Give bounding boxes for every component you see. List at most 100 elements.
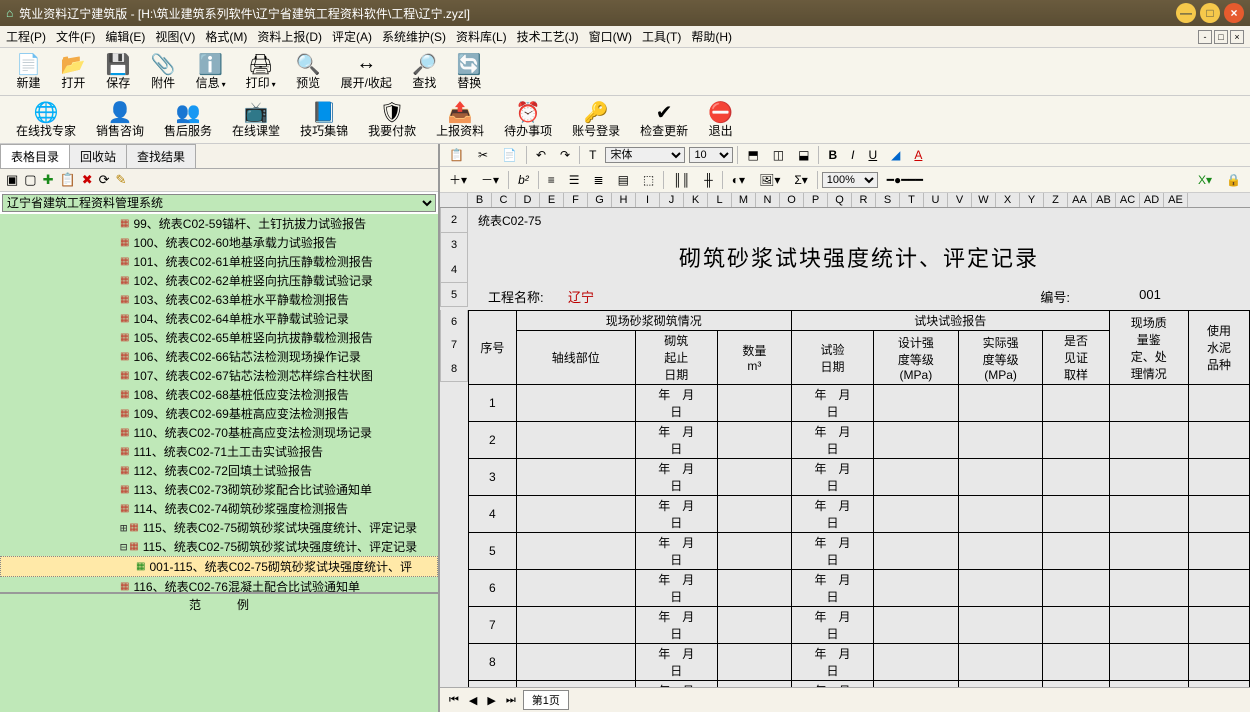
menu-item[interactable]: 文件(F) [56, 28, 95, 45]
tree-expand-icon[interactable]: ▣ [6, 172, 18, 188]
symbol-icon[interactable]: ◐▾ [727, 171, 750, 189]
col-header[interactable]: T [900, 193, 924, 207]
col-header[interactable]: AC [1116, 193, 1140, 207]
col-header[interactable]: X [996, 193, 1020, 207]
data-table[interactable]: 序号 现场砂浆砌筑情况 试块试验报告 现场质 量鉴 定、处 理情况 使用 水泥 … [468, 310, 1250, 687]
increase-icon[interactable]: ＋▾ [444, 169, 472, 190]
align-center-icon[interactable]: ☰ [564, 171, 585, 189]
table-row[interactable]: 1年 月 日年 月 日 [469, 385, 1250, 422]
align-justify-icon[interactable]: ▤ [613, 171, 634, 189]
last-page-icon[interactable]: ⏭ [503, 694, 519, 707]
tree-item[interactable]: ▦102、统表C02-62单桩竖向抗压静载试验记录 [0, 271, 438, 290]
toolbar-在线找专家[interactable]: 🌐在线找专家 [6, 98, 86, 141]
image-icon[interactable]: 🖼▾ [754, 171, 785, 189]
menu-item[interactable]: 资料上报(D) [257, 28, 322, 45]
tree-item[interactable]: ⊟▦115、统表C02-75砌筑砂浆试块强度统计、评定记录 [0, 537, 438, 556]
toolbar-信息[interactable]: ℹ️信息▾ [186, 50, 236, 93]
col-header[interactable]: AA [1068, 193, 1092, 207]
tree-collapse-icon[interactable]: ▢ [24, 172, 36, 188]
tree-item[interactable]: ▦104、统表C02-64单桩水平静载试验记录 [0, 309, 438, 328]
toolbar-上报资料[interactable]: 📤上报资料 [426, 98, 494, 141]
table-row[interactable]: 4年 月 日年 月 日 [469, 496, 1250, 533]
col-header[interactable]: AE [1164, 193, 1188, 207]
cut-icon[interactable]: ✂ [473, 146, 493, 164]
tree-root-select[interactable]: 辽宁省建筑工程资料管理系统 [2, 194, 436, 212]
menu-item[interactable]: 格式(M) [205, 28, 247, 45]
table-row[interactable]: 2年 月 日年 月 日 [469, 422, 1250, 459]
tree-delete-icon[interactable]: ✖ [82, 172, 93, 188]
font-select[interactable]: 宋体 [605, 147, 685, 163]
toolbar-查找[interactable]: 🔎查找 [402, 50, 447, 93]
col-header[interactable]: V [948, 193, 972, 207]
tree-item[interactable]: ▦108、统表C02-68基桩低应变法检测报告 [0, 385, 438, 404]
valign-bottom-icon[interactable]: ⬓ [793, 146, 814, 164]
table-row[interactable]: 3年 月 日年 月 日 [469, 459, 1250, 496]
table-row[interactable]: 6年 月 日年 月 日 [469, 570, 1250, 607]
menu-item[interactable]: 视图(V) [155, 28, 195, 45]
col-header[interactable]: M [732, 193, 756, 207]
toolbar-退出[interactable]: ⛔退出 [698, 98, 743, 141]
menu-item[interactable]: 窗口(W) [589, 28, 632, 45]
col-header[interactable]: D [516, 193, 540, 207]
valign-top-icon[interactable]: ⬒ [742, 146, 763, 164]
sum-icon[interactable]: Σ▾ [789, 171, 812, 189]
toolbar-在线课堂[interactable]: 📺在线课堂 [222, 98, 290, 141]
tree-item[interactable]: ▦112、统表C02-72回填土试验报告 [0, 461, 438, 480]
barcode-icon[interactable]: ║║ [668, 171, 695, 189]
project-name-value[interactable]: 辽宁 [568, 287, 1010, 306]
tree-item[interactable]: ▦100、统表C02-60地基承载力试验报告 [0, 233, 438, 252]
toolbar-待办事项[interactable]: ⏰待办事项 [494, 98, 562, 141]
col-header[interactable]: F [564, 193, 588, 207]
toolbar-打印[interactable]: 🖨打印▾ [236, 50, 286, 93]
number-value[interactable]: 001 [1070, 287, 1230, 306]
paste-icon[interactable]: 📄 [497, 146, 522, 164]
col-header[interactable]: C [492, 193, 516, 207]
col-header[interactable]: E [540, 193, 564, 207]
toolbar-我要付款[interactable]: 🛡我要付款 [358, 98, 426, 141]
decrease-icon[interactable]: －▾ [476, 169, 504, 190]
underline-icon[interactable]: U [863, 146, 882, 164]
mdi-close[interactable]: × [1230, 30, 1244, 44]
menu-item[interactable]: 工具(T) [642, 28, 681, 45]
tree-item[interactable]: ▦109、统表C02-69基桩高应变法检测报告 [0, 404, 438, 423]
col-header[interactable]: I [636, 193, 660, 207]
mdi-minimize[interactable]: - [1198, 30, 1212, 44]
tree-item[interactable]: ▦107、统表C02-67钻芯法检测芯样综合柱状图 [0, 366, 438, 385]
tree-refresh-icon[interactable]: ⟳ [99, 172, 110, 188]
toolbar-账号登录[interactable]: 🔑账号登录 [562, 98, 630, 141]
toolbar-检查更新[interactable]: ✔检查更新 [630, 98, 698, 141]
menu-item[interactable]: 工程(P) [6, 28, 46, 45]
col-header[interactable]: B [468, 193, 492, 207]
col-header[interactable]: O [780, 193, 804, 207]
tree-item[interactable]: ▦103、统表C02-63单桩水平静载检测报告 [0, 290, 438, 309]
col-header[interactable]: L [708, 193, 732, 207]
toolbar-附件[interactable]: 📎附件 [141, 50, 186, 93]
col-header[interactable]: AB [1092, 193, 1116, 207]
tree-item[interactable]: ▦105、统表C02-65单桩竖向抗拔静载检测报告 [0, 328, 438, 347]
export-excel-icon[interactable]: X▾ [1193, 171, 1217, 189]
menu-item[interactable]: 系统维护(S) [382, 28, 446, 45]
toolbar-技巧集锦[interactable]: 📘技巧集锦 [290, 98, 358, 141]
close-button[interactable]: × [1224, 3, 1244, 23]
col-header[interactable]: AD [1140, 193, 1164, 207]
menu-item[interactable]: 技术工艺(J) [517, 28, 579, 45]
left-tab[interactable]: 回收站 [69, 144, 127, 168]
toolbar-预览[interactable]: 🔍预览 [286, 50, 331, 93]
copy-icon[interactable]: 📋 [444, 146, 469, 164]
lock-icon[interactable]: 🔒 [1221, 171, 1246, 189]
italic-icon[interactable]: I [846, 146, 859, 164]
left-tab[interactable]: 查找结果 [126, 144, 196, 168]
menu-item[interactable]: 评定(A) [332, 28, 372, 45]
maximize-button[interactable]: □ [1200, 3, 1220, 23]
tree-item[interactable]: ▦001-115、统表C02-75砌筑砂浆试块强度统计、评 [0, 556, 438, 577]
menu-item[interactable]: 编辑(E) [105, 28, 145, 45]
col-header[interactable]: Z [1044, 193, 1068, 207]
col-header[interactable]: Q [828, 193, 852, 207]
tree-item[interactable]: ⊞▦115、统表C02-75砌筑砂浆试块强度统计、评定记录 [0, 518, 438, 537]
prev-page-icon[interactable]: ◀ [466, 694, 480, 707]
col-header[interactable]: G [588, 193, 612, 207]
toolbar-售后服务[interactable]: 👥售后服务 [154, 98, 222, 141]
tree-tool-icon[interactable]: ✎ [116, 172, 127, 188]
tree-new-icon[interactable]: ✚ [43, 172, 54, 188]
tree-item[interactable]: ▦106、统表C02-66钻芯法检测现场操作记录 [0, 347, 438, 366]
